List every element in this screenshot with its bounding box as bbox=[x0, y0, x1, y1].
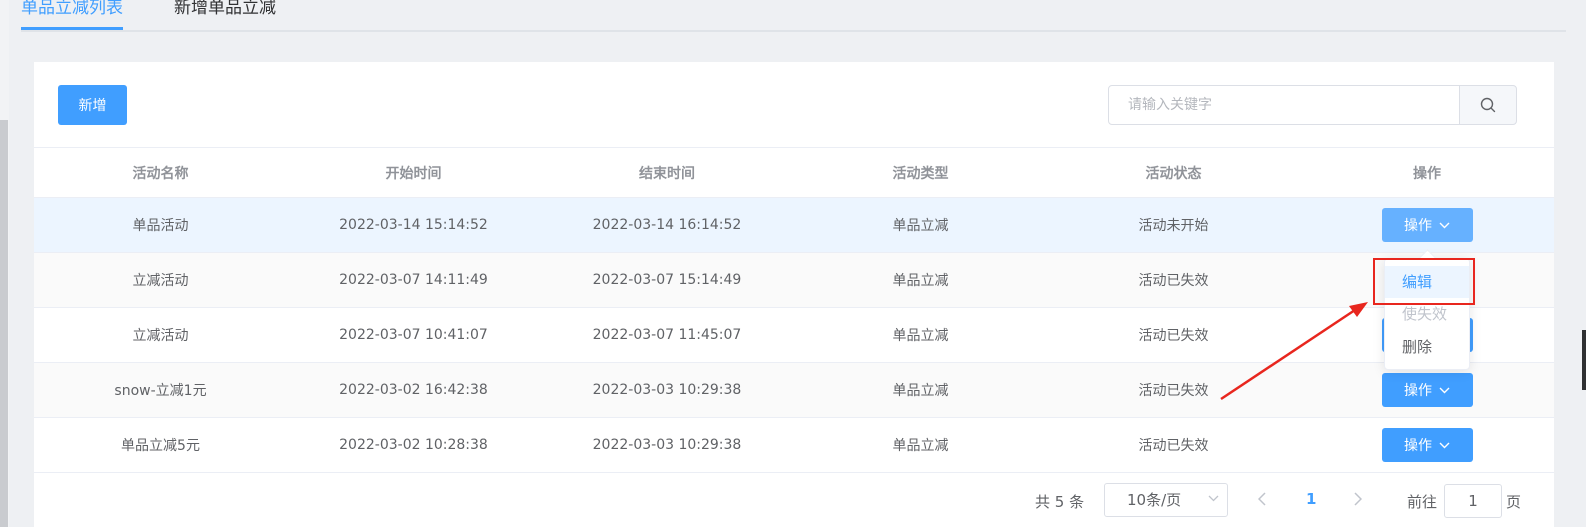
next-page-icon[interactable] bbox=[1353, 492, 1362, 506]
page-number-current[interactable]: 1 bbox=[1306, 490, 1316, 508]
pagination-total: 共 5 条 bbox=[1035, 493, 1085, 511]
goto-page-input[interactable] bbox=[1444, 484, 1502, 518]
page-size-value: 10条/页 bbox=[1127, 491, 1182, 509]
page-unit-label: 页 bbox=[1506, 493, 1522, 511]
annotation-arrow bbox=[1220, 302, 1368, 401]
chevron-down-icon bbox=[1208, 495, 1219, 502]
prev-page-icon[interactable] bbox=[1258, 492, 1267, 506]
pagination: 共 5 条 10条/页 1 前往 页 bbox=[0, 474, 1586, 524]
goto-label: 前往 bbox=[1407, 493, 1438, 511]
page-size-select[interactable]: 10条/页 bbox=[1104, 483, 1228, 517]
